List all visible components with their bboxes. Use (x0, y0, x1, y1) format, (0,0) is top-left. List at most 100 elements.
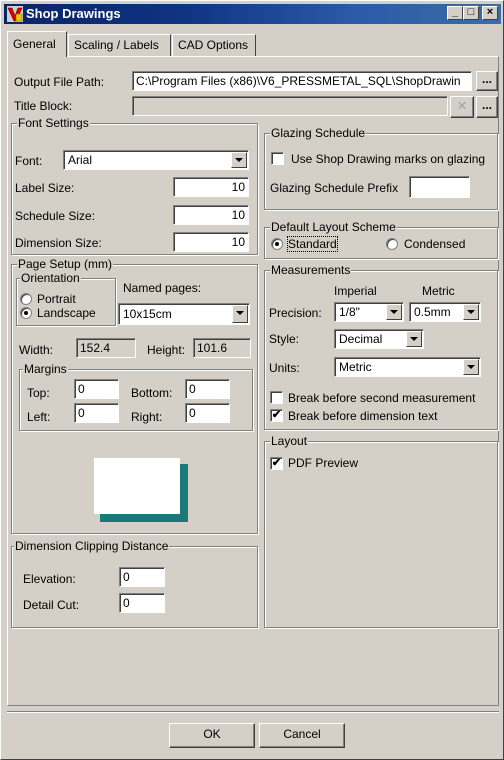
right-margin-label: Right: (131, 410, 163, 424)
clear-icon: × (457, 96, 467, 115)
elevation-field[interactable]: 0 (119, 567, 165, 587)
metric-header: Metric (422, 284, 455, 298)
schedule-size-label: Schedule Size: (15, 209, 96, 223)
standard-radio[interactable] (271, 238, 283, 250)
glazing-prefix-field[interactable] (409, 176, 470, 198)
detail-cut-field[interactable]: 0 (119, 593, 165, 613)
bottom-margin-field[interactable]: 0 (185, 379, 230, 399)
glazing-schedule-group: Glazing Schedule (264, 126, 498, 210)
style-label: Style: (269, 332, 300, 346)
measurements-group: Measurements (264, 263, 498, 430)
tab-label: Scaling / Labels (74, 38, 159, 52)
title-block-field[interactable] (132, 96, 448, 116)
imperial-header: Imperial (334, 284, 377, 298)
page-setup-title: Page Setup (mm) (17, 257, 114, 271)
bottom-margin-label: Bottom: (131, 386, 173, 400)
close-button[interactable]: × (482, 6, 498, 20)
precision-imperial-select[interactable]: 1/8" (334, 302, 404, 322)
precision-label: Precision: (269, 306, 322, 320)
glazing-schedule-title: Glazing Schedule (270, 126, 367, 140)
tab-cad-options[interactable]: CAD Options (172, 34, 256, 56)
named-pages-value: 10x15cm (123, 307, 172, 321)
chevron-down-icon[interactable] (463, 359, 479, 375)
clear-title-block-button[interactable]: × (450, 96, 474, 118)
pdf-preview-label: PDF Preview (288, 456, 359, 470)
chevron-down-icon[interactable] (386, 304, 402, 320)
font-label: Font: (15, 154, 43, 168)
dialog-window: Shop Drawings _ □ × General Scaling / La… (0, 0, 504, 760)
style-select[interactable]: Decimal (334, 329, 424, 349)
window-title: Shop Drawings (26, 6, 121, 21)
layout-title: Layout (270, 434, 309, 448)
use-marks-checkbox[interactable] (271, 152, 284, 165)
height-field[interactable]: 101.6 (193, 338, 251, 358)
minimize-button[interactable]: _ (447, 6, 463, 20)
precision-metric-value: 0.5mm (414, 305, 451, 319)
title-bar[interactable]: Shop Drawings _ □ × (4, 4, 501, 24)
break-second-label: Break before second measurement (288, 391, 476, 405)
orientation-title: Orientation (20, 271, 81, 285)
break-text-label: Break before dimension text (288, 409, 438, 423)
title-block-label: Title Block: (14, 99, 73, 113)
units-label: Units: (269, 361, 300, 375)
page-preview (94, 458, 180, 514)
landscape-radio[interactable] (20, 307, 32, 319)
units-select-value: Metric (339, 360, 372, 374)
units-select[interactable]: Metric (334, 357, 481, 377)
font-settings-title: Font Settings (17, 116, 90, 130)
condensed-label: Condensed (404, 237, 466, 251)
browse-output-button[interactable]: ... (476, 71, 498, 91)
font-select[interactable]: Arial (63, 150, 249, 170)
named-pages-label: Named pages: (123, 281, 202, 295)
elevation-label: Elevation: (23, 572, 76, 586)
style-select-value: Decimal (339, 332, 383, 346)
portrait-label: Portrait (37, 292, 76, 306)
layout-scheme-title: Default Layout Scheme (270, 220, 397, 234)
chevron-down-icon[interactable] (406, 331, 422, 347)
break-text-checkbox[interactable]: ✔ (270, 409, 283, 422)
condensed-radio[interactable] (386, 238, 398, 250)
tab-general[interactable]: General (7, 31, 67, 57)
chevron-down-icon[interactable] (232, 305, 248, 323)
ok-button[interactable]: OK (169, 723, 255, 748)
height-label: Height: (147, 343, 186, 357)
pdf-preview-checkbox[interactable]: ✔ (270, 457, 283, 470)
landscape-label: Landscape (37, 306, 96, 320)
tab-scaling-labels[interactable]: Scaling / Labels (68, 34, 171, 56)
right-margin-field[interactable]: 0 (185, 403, 230, 423)
footer-divider (7, 711, 499, 712)
break-second-checkbox[interactable] (270, 391, 283, 404)
cancel-button[interactable]: Cancel (259, 723, 345, 748)
named-pages-select[interactable]: 10x15cm (118, 303, 250, 325)
margins-title: Margins (23, 362, 68, 376)
measurements-title: Measurements (270, 263, 352, 277)
width-field[interactable]: 152.4 (76, 338, 136, 358)
clipping-title: Dimension Clipping Distance (14, 539, 170, 553)
standard-label: Standard (287, 236, 338, 252)
schedule-size-field[interactable]: 10 (173, 205, 249, 225)
detail-cut-label: Detail Cut: (23, 598, 80, 612)
top-margin-field[interactable]: 0 (74, 379, 119, 399)
font-select-value: Arial (68, 153, 93, 167)
use-marks-label: Use Shop Drawing marks on glazing (291, 152, 486, 166)
tab-label: General (13, 37, 56, 51)
precision-metric-select[interactable]: 0.5mm (409, 302, 481, 322)
precision-imperial-value: 1/8" (339, 305, 360, 319)
left-margin-field[interactable]: 0 (74, 403, 119, 423)
label-size-label: Label Size: (15, 181, 75, 195)
app-icon (7, 6, 23, 22)
chevron-down-icon[interactable] (231, 152, 247, 168)
output-path-field[interactable]: C:\Program Files (x86)\V6_PRESSMETAL_SQL… (132, 71, 472, 91)
browse-title-block-button[interactable]: ... (476, 96, 498, 118)
glazing-prefix-label: Glazing Schedule Prefix (270, 181, 399, 195)
maximize-button[interactable]: □ (463, 6, 479, 20)
top-margin-label: Top: (27, 386, 50, 400)
chevron-down-icon[interactable] (463, 304, 479, 320)
dimension-size-field[interactable]: 10 (173, 232, 249, 252)
output-path-label: Output File Path: (14, 75, 105, 89)
tab-label: CAD Options (178, 38, 249, 52)
clipping-group: Dimension Clipping Distance (11, 539, 258, 628)
portrait-radio[interactable] (20, 293, 32, 305)
left-margin-label: Left: (27, 410, 51, 424)
label-size-field[interactable]: 10 (173, 177, 249, 197)
